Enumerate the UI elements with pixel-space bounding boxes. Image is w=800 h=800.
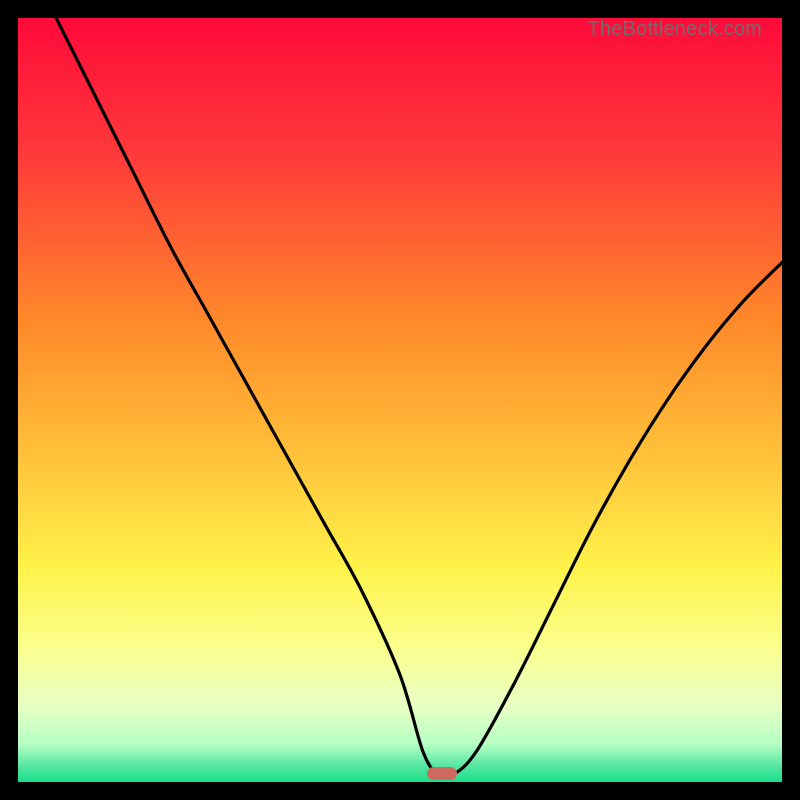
optimal-marker [427, 767, 457, 780]
watermark-label: TheBottleneck.com [587, 18, 762, 41]
bottleneck-curve [18, 18, 782, 782]
chart-frame: TheBottleneck.com [18, 18, 782, 782]
plot-area: TheBottleneck.com [18, 18, 782, 782]
